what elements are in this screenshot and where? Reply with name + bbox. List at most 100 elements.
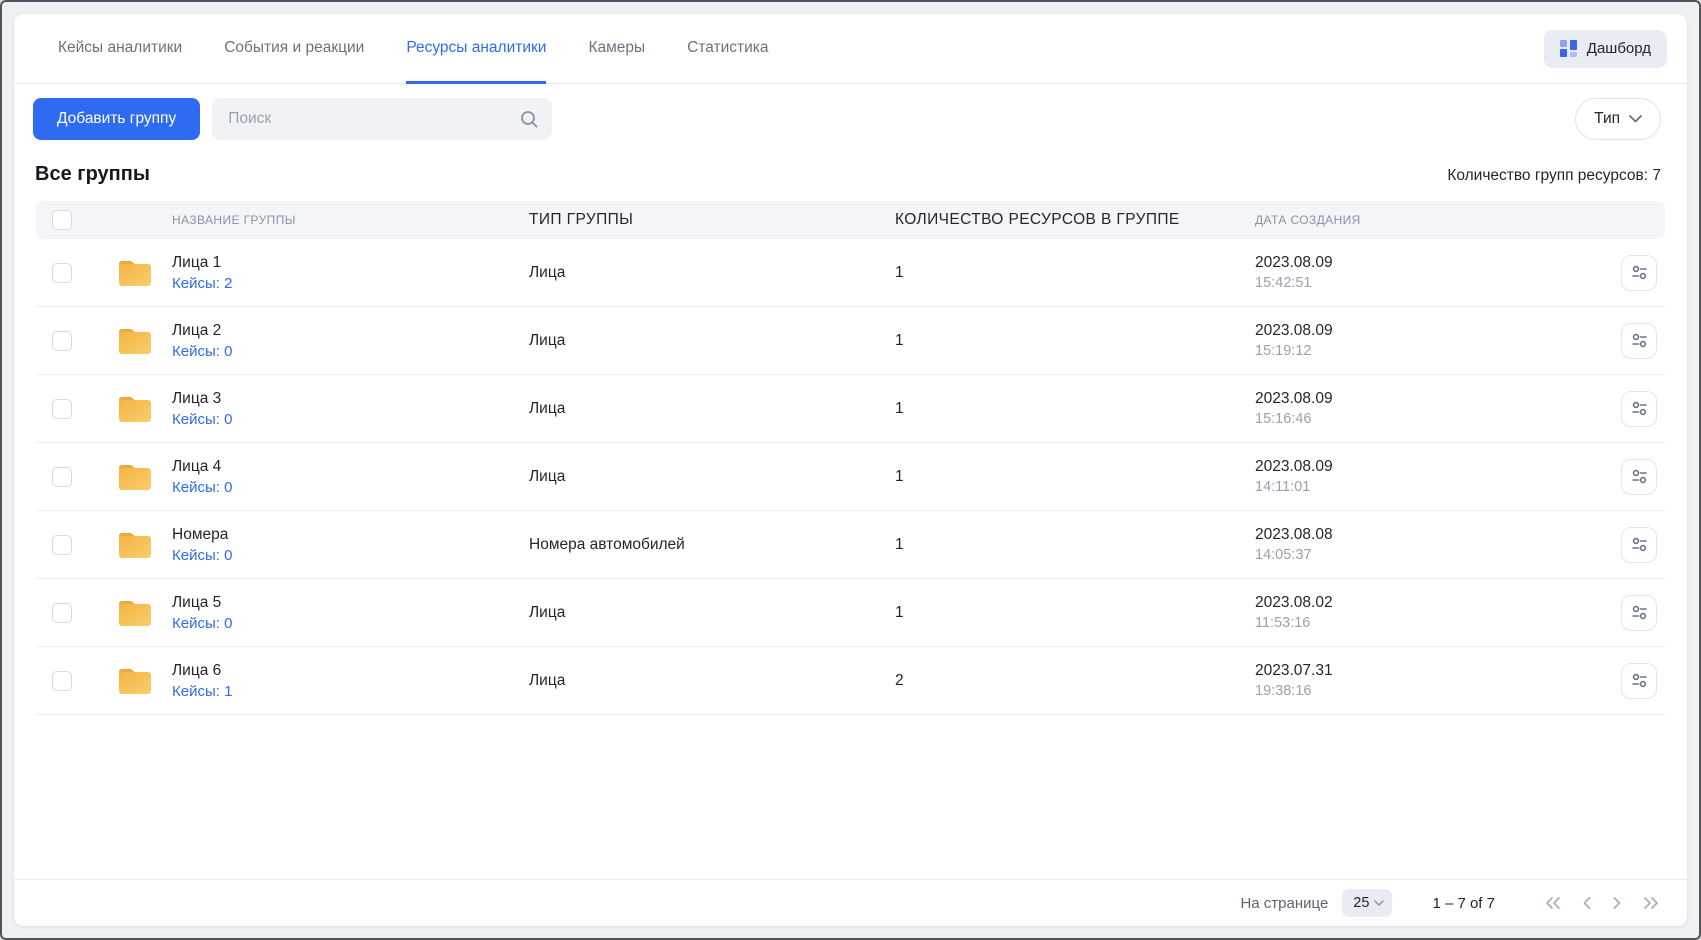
row-checkbox[interactable] (52, 603, 72, 623)
header-group-name: НАЗВАНИЕ ГРУППЫ (106, 213, 529, 227)
first-page-button[interactable] (1543, 895, 1563, 911)
cases-link[interactable]: Кейсы: 1 (172, 683, 232, 700)
search-box (212, 98, 552, 140)
resources-count: 2 (895, 672, 1255, 690)
row-checkbox[interactable] (52, 671, 72, 691)
tab[interactable]: Статистика (687, 14, 768, 84)
chevron-down-icon (1629, 115, 1642, 123)
table-row: Лица 4 Кейсы: 0 Лица 1 2023.08.09 14:11:… (36, 443, 1665, 511)
created-date: 2023.08.09 (1255, 254, 1581, 272)
row-settings-button[interactable] (1621, 323, 1657, 359)
pager-arrows (1543, 895, 1661, 911)
row-settings-button[interactable] (1621, 459, 1657, 495)
toolbar: Добавить группу Тип (14, 84, 1687, 140)
header-created-date: ДАТА СОЗДАНИЯ (1255, 213, 1581, 227)
pagination-bar: На странице 25 1 – 7 of 7 (14, 879, 1687, 926)
prev-page-button[interactable] (1581, 895, 1593, 911)
row-checkbox[interactable] (52, 467, 72, 487)
tab[interactable]: События и реакции (224, 14, 364, 84)
app-window: Кейсы аналитики События и реакции Ресурс… (0, 0, 1701, 940)
created-time: 15:16:46 (1255, 411, 1581, 427)
folder-icon (116, 530, 152, 560)
group-type: Лица (529, 264, 895, 282)
created-time: 15:42:51 (1255, 275, 1581, 291)
tab[interactable]: Кейсы аналитики (58, 14, 182, 84)
folder-icon (116, 666, 152, 696)
group-name: Лица 5 (172, 594, 232, 612)
row-settings-button[interactable] (1621, 663, 1657, 699)
created-date: 2023.07.31 (1255, 662, 1581, 680)
page-range-label: 1 – 7 of 7 (1432, 895, 1495, 912)
tab[interactable]: Камеры (588, 14, 645, 84)
cases-link[interactable]: Кейсы: 0 (172, 547, 232, 564)
cases-link[interactable]: Кейсы: 0 (172, 615, 232, 632)
type-filter-label: Тип (1594, 110, 1620, 128)
table-row: Номера Кейсы: 0 Номера автомобилей 1 202… (36, 511, 1665, 579)
group-name: Лица 2 (172, 322, 232, 340)
page-title: Все группы (35, 163, 150, 186)
row-checkbox[interactable] (52, 535, 72, 555)
created-date: 2023.08.09 (1255, 390, 1581, 408)
folder-icon (116, 462, 152, 492)
groups-count: Количество групп ресурсов: 7 (1447, 167, 1661, 185)
type-filter-button[interactable]: Тип (1575, 98, 1661, 140)
per-page-label: На странице (1240, 895, 1328, 912)
dashboard-button[interactable]: Дашборд (1544, 30, 1667, 68)
next-page-button[interactable] (1611, 895, 1623, 911)
add-group-button[interactable]: Добавить группу (33, 98, 200, 140)
resources-count: 1 (895, 400, 1255, 418)
created-time: 14:11:01 (1255, 479, 1581, 495)
cases-link[interactable]: Кейсы: 0 (172, 411, 232, 428)
table-header-row: НАЗВАНИЕ ГРУППЫ ТИП ГРУППЫ КОЛИЧЕСТВО РЕ… (36, 201, 1665, 239)
sliders-icon (1631, 537, 1648, 552)
created-time: 19:38:16 (1255, 683, 1581, 699)
row-settings-button[interactable] (1621, 527, 1657, 563)
main-card: Кейсы аналитики События и реакции Ресурс… (14, 14, 1687, 926)
created-date: 2023.08.09 (1255, 458, 1581, 476)
table-row: Лица 1 Кейсы: 2 Лица 1 2023.08.09 15:42:… (36, 239, 1665, 307)
cases-link[interactable]: Кейсы: 0 (172, 479, 232, 496)
group-type: Номера автомобилей (529, 536, 895, 554)
row-settings-button[interactable] (1621, 595, 1657, 631)
per-page-value: 25 (1353, 895, 1369, 911)
sliders-icon (1631, 605, 1648, 620)
header-resources-count: КОЛИЧЕСТВО РЕСУРСОВ В ГРУППЕ (895, 211, 1255, 229)
header-group-type: ТИП ГРУППЫ (529, 211, 895, 229)
group-name: Лица 3 (172, 390, 232, 408)
tabs-nav: Кейсы аналитики События и реакции Ресурс… (58, 14, 769, 83)
folder-icon (116, 258, 152, 288)
tab[interactable]: Ресурсы аналитики (406, 14, 546, 84)
table-row: Лица 6 Кейсы: 1 Лица 2 2023.07.31 19:38:… (36, 647, 1665, 715)
row-checkbox[interactable] (52, 331, 72, 351)
cases-link[interactable]: Кейсы: 2 (172, 275, 232, 292)
dashboard-icon (1560, 40, 1577, 57)
group-type: Лица (529, 672, 895, 690)
section-header: Все группы Количество групп ресурсов: 7 (14, 140, 1687, 201)
folder-icon (116, 598, 152, 628)
chevron-down-icon (1374, 900, 1384, 907)
row-settings-button[interactable] (1621, 255, 1657, 291)
search-input[interactable] (212, 98, 552, 140)
select-all-checkbox[interactable] (52, 210, 72, 230)
group-name: Лица 6 (172, 662, 232, 680)
created-date: 2023.08.08 (1255, 526, 1581, 544)
resources-count: 1 (895, 604, 1255, 622)
last-page-button[interactable] (1641, 895, 1661, 911)
row-settings-button[interactable] (1621, 391, 1657, 427)
created-time: 11:53:16 (1255, 615, 1581, 631)
row-checkbox[interactable] (52, 263, 72, 283)
created-time: 15:19:12 (1255, 343, 1581, 359)
table-row: Лица 2 Кейсы: 0 Лица 1 2023.08.09 15:19:… (36, 307, 1665, 375)
sliders-icon (1631, 673, 1648, 688)
search-icon (519, 109, 539, 129)
group-type: Лица (529, 604, 895, 622)
cases-link[interactable]: Кейсы: 0 (172, 343, 232, 360)
row-checkbox[interactable] (52, 399, 72, 419)
group-name: Лица 1 (172, 254, 232, 272)
per-page-select[interactable]: 25 (1342, 889, 1392, 917)
sliders-icon (1631, 265, 1648, 280)
dashboard-button-label: Дашборд (1587, 40, 1651, 57)
group-name: Номера (172, 526, 232, 544)
group-type: Лица (529, 332, 895, 350)
groups-table: НАЗВАНИЕ ГРУППЫ ТИП ГРУППЫ КОЛИЧЕСТВО РЕ… (14, 201, 1687, 879)
